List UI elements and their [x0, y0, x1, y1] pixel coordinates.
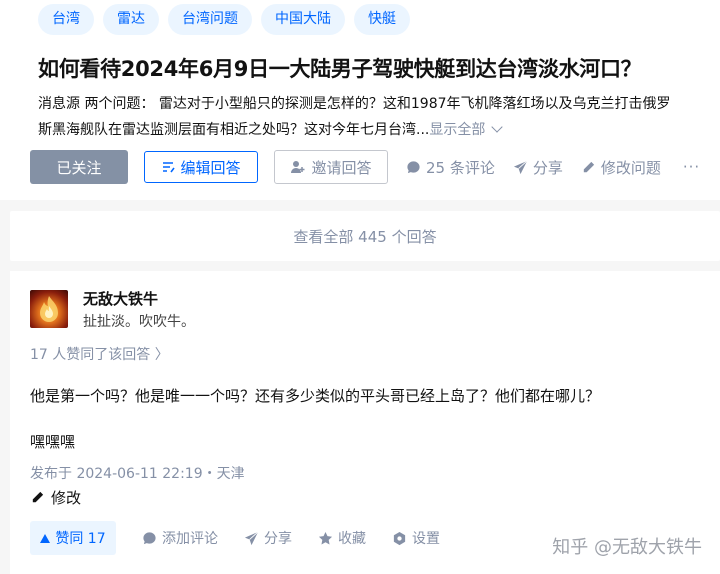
question-detail-line: 消息源 两个问题： 雷达对于小型船只的探测是怎样的？这和1987年飞机降落红场以…	[38, 96, 671, 112]
share-label: 分享	[264, 531, 292, 547]
pencil-icon	[32, 491, 44, 503]
edit-answer-label: 编辑回答	[180, 158, 241, 177]
answer-paragraph: 嘿嘿嘿	[30, 433, 76, 451]
author-bio: 扯扯淡。吹吹牛。	[83, 314, 195, 330]
question-detail: 消息源 两个问题： 雷达对于小型船只的探测是怎样的？这和1987年飞机降落红场以…	[38, 91, 720, 143]
publish-time[interactable]: 发布于 2024-06-11 22:19・天津	[30, 463, 245, 483]
add-comment-label: 添加评论	[162, 531, 218, 547]
star-icon	[318, 531, 333, 544]
topic-tags: 台湾 雷达 台湾问题 中国大陆 快艇	[38, 4, 410, 35]
more-menu-button[interactable]: ···	[683, 158, 700, 176]
voters-link[interactable]: 17 人赞同了该回答 〉	[30, 344, 169, 364]
share-label: 分享	[532, 158, 563, 177]
comment-bubble-icon	[143, 531, 156, 544]
question-actions: 已关注 编辑回答 邀请回答 25 条评论 分享 修改问题 ···	[30, 149, 700, 185]
topic-tag[interactable]: 雷达	[103, 4, 159, 35]
topic-tag[interactable]: 快艇	[354, 4, 410, 35]
gear-icon	[393, 531, 406, 545]
vote-label: 赞同 17	[55, 531, 106, 547]
chevron-down-icon[interactable]	[491, 121, 504, 133]
question-card: 台湾 雷达 台湾问题 中国大陆 快艇 如何看待2024年6月9日一大陆男子驾驶快…	[0, 0, 720, 200]
watermark: 知乎 @无敌大铁牛	[552, 537, 702, 558]
view-all-answers-button[interactable]: 查看全部 445 个回答	[10, 211, 720, 261]
settings-label: 设置	[412, 531, 440, 547]
modify-question-label: 修改问题	[600, 158, 661, 177]
paper-plane-icon	[244, 531, 259, 545]
add-user-icon	[291, 161, 305, 173]
vote-up-button[interactable]: 赞同 17	[30, 521, 116, 555]
followed-button[interactable]: 已关注	[30, 150, 128, 184]
invite-answer-label: 邀请回答	[311, 158, 372, 177]
topic-tag[interactable]: 中国大陆	[261, 4, 345, 35]
topic-tag[interactable]: 台湾问题	[168, 4, 252, 35]
pencil-icon	[583, 161, 594, 172]
edit-label: 修改	[51, 489, 82, 507]
modify-question-button[interactable]: 修改问题	[581, 157, 661, 178]
question-detail-text: 斯黑海舰队在雷达监测层面有相近之处吗？这对今年七月台湾...	[38, 122, 430, 138]
add-comment-button[interactable]: 添加评论	[142, 528, 218, 548]
flame-icon	[40, 296, 58, 322]
avatar[interactable]	[30, 290, 68, 328]
edit-answer-button[interactable]: 编辑回答	[144, 151, 258, 183]
edit-answer-link[interactable]: 修改	[30, 487, 81, 508]
collect-label: 收藏	[338, 531, 366, 547]
collect-button[interactable]: 收藏	[318, 528, 366, 548]
share-button[interactable]: 分享	[513, 157, 563, 178]
triangle-up-icon	[40, 533, 51, 543]
settings-button[interactable]: 设置	[392, 528, 440, 548]
author-name[interactable]: 无敌大铁牛	[83, 288, 158, 309]
invite-answer-button[interactable]: 邀请回答	[274, 150, 388, 184]
edit-lines-icon	[163, 162, 176, 173]
topic-tag[interactable]: 台湾	[38, 4, 94, 35]
show-all-link[interactable]: 显示全部	[429, 122, 485, 138]
answer-card: 无敌大铁牛 扯扯淡。吹吹牛。 17 人赞同了该回答 〉 他是第一个吗？他是唯一一…	[10, 271, 720, 574]
comments-label: 25 条评论	[426, 158, 495, 177]
share-button[interactable]: 分享	[244, 528, 292, 548]
comments-button[interactable]: 25 条评论	[406, 157, 495, 178]
paper-plane-icon	[513, 160, 528, 174]
comment-bubble-icon	[407, 160, 420, 173]
question-title[interactable]: 如何看待2024年6月9日一大陆男子驾驶快艇到达台湾淡水河口？	[38, 53, 642, 83]
question-detail-line-2: 斯黑海舰队在雷达监测层面有相近之处吗？这对今年七月台湾...显示全部	[38, 117, 720, 143]
answer-action-bar: 赞同 17 添加评论 分享 收藏 设置	[30, 521, 440, 555]
answer-paragraph: 他是第一个吗？他是唯一一个吗？还有多少类似的平头哥已经上岛了？他们都在哪儿？	[30, 387, 601, 405]
